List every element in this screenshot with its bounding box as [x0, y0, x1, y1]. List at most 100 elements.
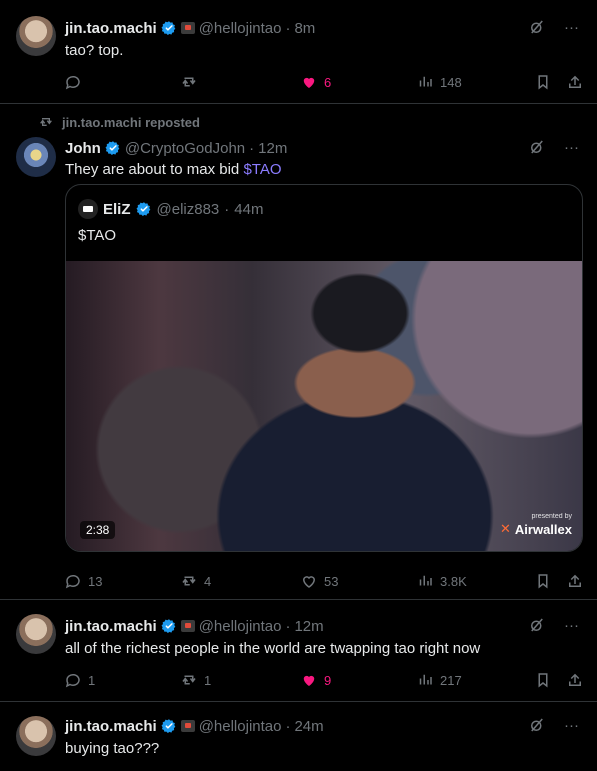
timestamp[interactable]: 12m: [294, 618, 323, 635]
repost-label[interactable]: jin.tao.machi reposted: [62, 115, 200, 130]
more-options-icon[interactable]: ···: [564, 139, 579, 156]
cashtag-link[interactable]: $TAO: [243, 161, 281, 178]
timestamp[interactable]: 8m: [294, 20, 315, 37]
share-button[interactable]: [566, 73, 584, 91]
retweet-icon: [40, 118, 52, 126]
bookmark-button[interactable]: [534, 671, 552, 689]
video-duration: 2:38: [80, 521, 116, 539]
retweet-button[interactable]: 4: [180, 572, 211, 590]
like-button[interactable]: 6: [300, 73, 331, 91]
reply-icon: [65, 673, 80, 688]
tweet-text: buying tao???: [65, 740, 160, 757]
dot-separator: ·: [249, 139, 255, 157]
tweet-header: jin.tao.machi @hellojintao · 12m: [65, 616, 324, 636]
video-player[interactable]: 2:38 presented by ✕ Airwallex: [66, 261, 582, 551]
display-name[interactable]: jin.tao.machi: [65, 718, 157, 735]
tweet-actions: 13 4 53 3.8K: [64, 572, 584, 592]
share-icon: [569, 673, 581, 686]
bookmark-icon: [538, 574, 548, 589]
user-handle[interactable]: @hellojintao: [199, 718, 282, 735]
user-handle[interactable]: @hellojintao: [199, 20, 282, 37]
quote-tweet[interactable]: EliZ @eliz883 · 44m $TAO 2:38 presented …: [65, 184, 583, 552]
dot-separator: ·: [285, 19, 291, 37]
tweet-text: all of the richest people in the world a…: [65, 640, 481, 657]
reply-button[interactable]: [64, 73, 88, 91]
display-name[interactable]: jin.tao.machi: [65, 618, 157, 635]
tweet-card[interactable]: jin.tao.machi @hellojintao · 12m ··· all…: [0, 600, 597, 702]
verified-icon: [136, 202, 150, 216]
timestamp[interactable]: 12m: [258, 140, 287, 157]
tweet-top-actions: ···: [528, 616, 579, 634]
tweet-actions: 1 1 9 217: [64, 671, 584, 691]
retweet-icon: [182, 675, 196, 685]
heart-filled-icon: [303, 675, 315, 686]
verified-icon: [105, 141, 120, 155]
more-options-icon[interactable]: ···: [564, 717, 579, 734]
avatar[interactable]: [16, 614, 56, 654]
more-options-icon[interactable]: ···: [564, 19, 579, 36]
verified-icon: [161, 21, 176, 35]
retweet-icon: [182, 77, 196, 87]
tweet-actions: 6 148: [64, 73, 584, 93]
tweet-header: jin.tao.machi @hellojintao · 8m: [65, 18, 315, 38]
sponsor-small-text: presented by: [531, 513, 572, 520]
more-options-icon[interactable]: ···: [564, 617, 579, 634]
dot-separator: ·: [285, 617, 291, 635]
reply-icon: [65, 75, 80, 90]
reply-button[interactable]: 1: [64, 671, 95, 689]
grok-icon[interactable]: [528, 18, 546, 36]
user-handle[interactable]: @hellojintao: [199, 618, 282, 635]
views-button[interactable]: 217: [416, 671, 462, 689]
avatar[interactable]: [78, 199, 98, 219]
bookmark-icon: [538, 75, 548, 90]
tweet-card[interactable]: jin.tao.machi @hellojintao · 8m ··· tao?…: [0, 0, 597, 104]
tweet-header: jin.tao.machi @hellojintao · 24m: [65, 716, 324, 736]
retweet-icon: [182, 576, 196, 586]
tweet-top-actions: ···: [528, 138, 579, 156]
heart-icon: [302, 576, 316, 588]
tweet-top-actions: ···: [528, 716, 579, 734]
views-button[interactable]: 3.8K: [416, 572, 467, 590]
reply-icon: [65, 574, 80, 589]
retweet-button[interactable]: 1: [180, 671, 211, 689]
views-icon: [419, 76, 432, 87]
tweet-text: tao? top.: [65, 42, 124, 59]
reply-button[interactable]: 13: [64, 572, 102, 590]
views-icon: [419, 575, 432, 586]
user-handle[interactable]: @CryptoGodJohn: [125, 140, 245, 157]
repost-indicator: jin.tao.machi reposted: [38, 114, 200, 130]
timestamp[interactable]: 24m: [294, 718, 323, 735]
avatar[interactable]: [16, 16, 56, 56]
dot-separator: ·: [285, 717, 291, 735]
share-icon: [569, 75, 581, 88]
bookmark-button[interactable]: [534, 572, 552, 590]
timestamp[interactable]: 44m: [234, 201, 263, 218]
tweet-card[interactable]: jin.tao.machi @hellojintao · 24m ··· buy…: [0, 702, 597, 771]
affiliate-badge-icon: [180, 720, 195, 732]
share-button[interactable]: [566, 671, 584, 689]
like-button[interactable]: 9: [300, 671, 331, 689]
tweet-header: John @CryptoGodJohn · 12m: [65, 138, 287, 158]
views-button[interactable]: 148: [416, 73, 462, 91]
grok-icon[interactable]: [528, 716, 546, 734]
tweet-card[interactable]: jin.tao.machi reposted John @CryptoGodJo…: [0, 104, 597, 600]
retweet-button[interactable]: [180, 73, 204, 91]
avatar[interactable]: [16, 716, 56, 756]
bookmark-button[interactable]: [534, 73, 552, 91]
display-name[interactable]: jin.tao.machi: [65, 20, 157, 37]
display-name[interactable]: John: [65, 140, 101, 157]
bookmark-icon: [538, 673, 548, 688]
quote-text: $TAO: [78, 227, 117, 244]
share-button[interactable]: [566, 572, 584, 590]
airwallex-logo-icon: ✕: [500, 521, 511, 536]
like-button[interactable]: 53: [300, 572, 338, 590]
avatar[interactable]: [16, 137, 56, 177]
tweet-text: They are about to max bid $TAO: [65, 161, 282, 178]
user-handle[interactable]: @eliz883: [157, 201, 220, 218]
affiliate-badge-icon: [180, 22, 195, 34]
grok-icon[interactable]: [528, 138, 546, 156]
sponsor-logo: presented by ✕ Airwallex: [500, 513, 572, 537]
grok-icon[interactable]: [528, 616, 546, 634]
display-name[interactable]: EliZ: [103, 201, 131, 218]
dot-separator: ·: [224, 200, 230, 218]
